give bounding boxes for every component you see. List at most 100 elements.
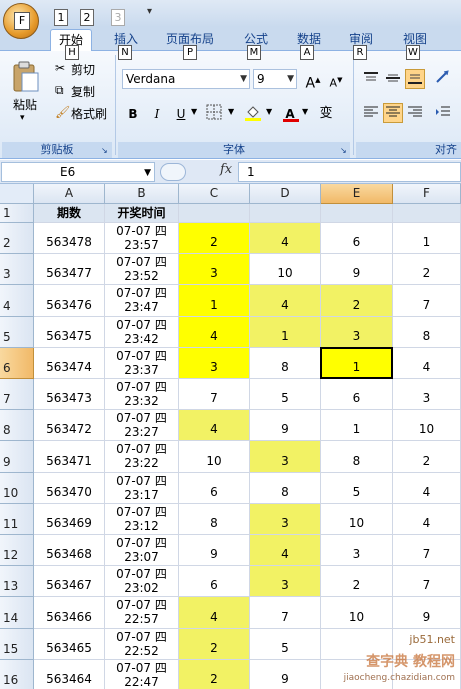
cell-period[interactable]: 563468 (34, 535, 105, 566)
cell-number-e[interactable]: 10 (321, 597, 393, 629)
cell-number-c[interactable]: 3 (179, 348, 250, 379)
row-header[interactable]: 3 (0, 254, 34, 285)
cell-number-f[interactable]: 4 (393, 348, 461, 379)
cell-number-e[interactable]: 8 (321, 441, 393, 473)
office-button[interactable]: F (3, 3, 39, 39)
row-header[interactable]: 14 (0, 597, 34, 629)
cell-number-d[interactable]: 8 (250, 348, 321, 379)
cell-number-d[interactable]: 7 (250, 597, 321, 629)
underline-dropdown-icon[interactable]: ▼ (191, 107, 197, 116)
cell-number-c[interactable]: 10 (179, 441, 250, 473)
cell-draw-time[interactable]: 07-07 四 22:47 (105, 660, 179, 689)
column-header-e[interactable]: E (321, 184, 393, 204)
header-cell[interactable] (393, 204, 461, 223)
orientation-button[interactable] (433, 69, 453, 89)
cell-period[interactable]: 563466 (34, 597, 105, 629)
shrink-font-button[interactable]: A▼ (326, 69, 346, 90)
row-header[interactable]: 13 (0, 566, 34, 597)
cell-number-c[interactable]: 4 (179, 410, 250, 441)
column-header-c[interactable]: C (179, 184, 250, 204)
cell-number-c[interactable]: 1 (179, 285, 250, 317)
fill-color-button[interactable] (243, 103, 263, 123)
cell-number-f[interactable]: 10 (393, 410, 461, 441)
row-header[interactable]: 9 (0, 441, 34, 473)
bold-button[interactable]: B (123, 103, 143, 123)
row-header[interactable]: 16 (0, 660, 34, 689)
cell-number-e[interactable]: 2 (321, 285, 393, 317)
cell-number-c[interactable]: 2 (179, 629, 250, 660)
cell-number-d[interactable]: 9 (250, 410, 321, 441)
cell-number-d[interactable]: 1 (250, 317, 321, 348)
cell-number-f[interactable]: 4 (393, 504, 461, 535)
cell-number-d[interactable]: 3 (250, 441, 321, 473)
row-header[interactable]: 2 (0, 223, 34, 254)
quick-access-undo-key[interactable]: 2 (80, 9, 94, 26)
font-color-dropdown-icon[interactable]: ▼ (302, 107, 308, 116)
select-all-corner[interactable] (0, 184, 34, 204)
column-header-b[interactable]: B (105, 184, 179, 204)
format-painter-button[interactable]: 格式刷 (71, 105, 107, 122)
formula-input[interactable]: 1 (238, 162, 461, 182)
cell-draw-time[interactable]: 07-07 四 23:07 (105, 535, 179, 566)
cell-draw-time[interactable]: 07-07 四 23:17 (105, 473, 179, 504)
row-header[interactable]: 5 (0, 317, 34, 348)
borders-button[interactable] (204, 103, 224, 123)
cell-number-c[interactable]: 6 (179, 566, 250, 597)
cell-period[interactable]: 563470 (34, 473, 105, 504)
cell-number-f[interactable]: 3 (393, 379, 461, 410)
cell-number-d[interactable]: 4 (250, 535, 321, 566)
row-header[interactable]: 10 (0, 473, 34, 504)
font-name-select[interactable]: Verdana ▼ (122, 69, 250, 89)
cell-draw-time[interactable]: 07-07 四 23:52 (105, 254, 179, 285)
cell-number-c[interactable]: 4 (179, 317, 250, 348)
column-header-f[interactable]: F (393, 184, 461, 204)
cell-period[interactable]: 563471 (34, 441, 105, 473)
align-center-button[interactable] (383, 103, 403, 123)
cell-number-d[interactable]: 8 (250, 473, 321, 504)
header-cell[interactable] (250, 204, 321, 223)
font-launcher-icon[interactable]: ↘ (340, 146, 350, 156)
cell-number-c[interactable]: 4 (179, 597, 250, 629)
quick-access-dropdown-icon[interactable]: ▾ (147, 6, 152, 17)
cell-draw-time[interactable]: 07-07 四 23:27 (105, 410, 179, 441)
cell-period[interactable]: 563474 (34, 348, 105, 379)
align-left-button[interactable] (361, 103, 381, 123)
column-header-a[interactable]: A (34, 184, 105, 204)
copy-button[interactable]: 复制 (71, 83, 95, 100)
italic-button[interactable]: I (147, 103, 167, 123)
header-cell[interactable] (179, 204, 250, 223)
font-size-select[interactable]: 9 ▼ (253, 69, 297, 89)
cell-draw-time[interactable]: 07-07 四 23:22 (105, 441, 179, 473)
cell-number-c[interactable]: 6 (179, 473, 250, 504)
cell-number-c[interactable]: 7 (179, 379, 250, 410)
cell-number-c[interactable]: 2 (179, 223, 250, 254)
cell-number-e[interactable]: 9 (321, 254, 393, 285)
cell-period[interactable]: 563477 (34, 254, 105, 285)
cell-draw-time[interactable]: 07-07 四 22:52 (105, 629, 179, 660)
cell-number-e[interactable]: 1 (321, 348, 393, 379)
cell-number-f[interactable]: 7 (393, 285, 461, 317)
cell-number-f[interactable]: 8 (393, 317, 461, 348)
cell-number-d[interactable]: 3 (250, 504, 321, 535)
cell-period[interactable]: 563478 (34, 223, 105, 254)
row-header[interactable]: 8 (0, 410, 34, 441)
clipboard-launcher-icon[interactable]: ↘ (101, 146, 111, 156)
grow-font-button[interactable]: A▲ (303, 69, 323, 92)
cell-period[interactable]: 563469 (34, 504, 105, 535)
formula-bar-expand-handle[interactable] (160, 163, 186, 181)
cell-draw-time[interactable]: 07-07 四 23:12 (105, 504, 179, 535)
row-header[interactable]: 1 (0, 204, 34, 223)
cell-number-f[interactable]: 7 (393, 535, 461, 566)
cell-draw-time[interactable]: 07-07 四 23:32 (105, 379, 179, 410)
cell-number-e[interactable]: 10 (321, 504, 393, 535)
cell-number-e[interactable]: 3 (321, 535, 393, 566)
paste-icon[interactable] (12, 61, 40, 93)
quick-access-redo-key[interactable]: 3 (111, 9, 125, 26)
cell-number-f[interactable]: 2 (393, 441, 461, 473)
cell-number-e[interactable]: 2 (321, 566, 393, 597)
paste-button[interactable]: 粘贴 (13, 96, 37, 113)
indent-button[interactable] (433, 103, 453, 123)
cell-number-c[interactable]: 9 (179, 535, 250, 566)
row-header[interactable]: 6 (0, 348, 34, 379)
row-header[interactable]: 11 (0, 504, 34, 535)
